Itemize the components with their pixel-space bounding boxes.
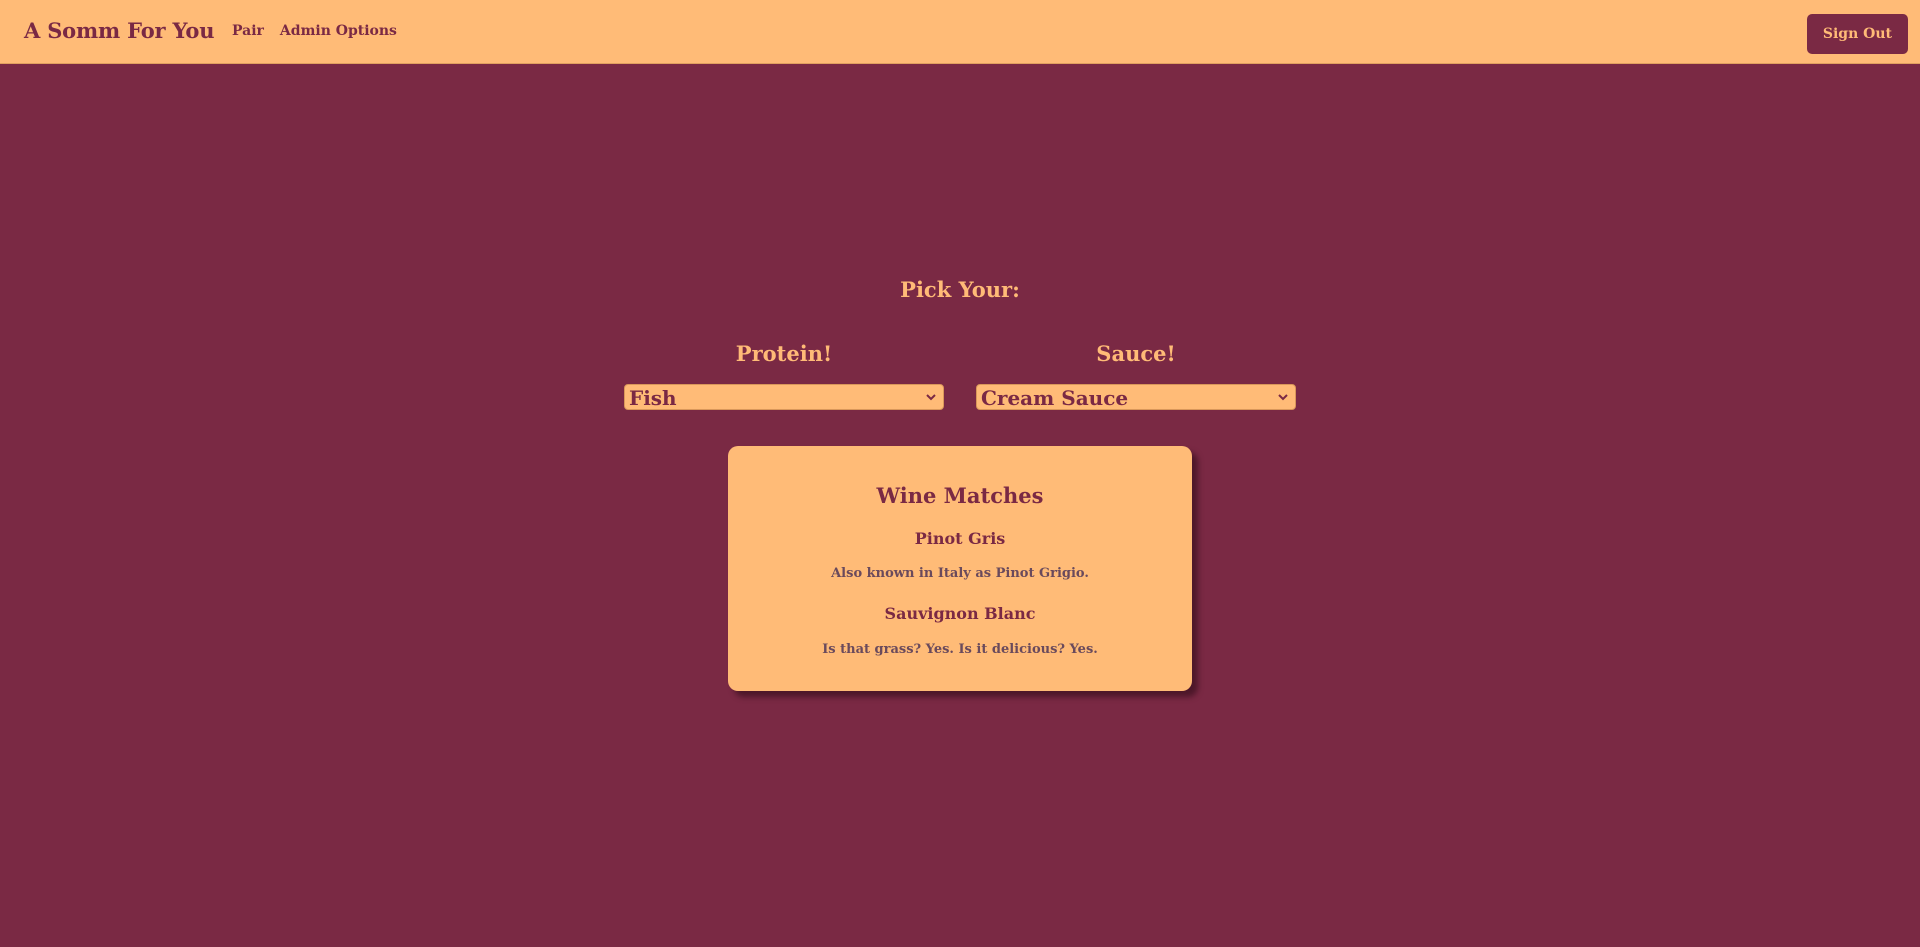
- wine-description: Is that grass? Yes. Is it delicious? Yes…: [822, 642, 1098, 657]
- sauce-selector: Sauce! Cream Sauce: [976, 341, 1296, 410]
- main-content: Pick Your: Protein! Fish Sauce! Cream Sa…: [0, 64, 1920, 947]
- wine-name: Pinot Gris: [914, 529, 1006, 548]
- protein-selector: Protein! Fish: [624, 341, 944, 410]
- nav-links: Pair Admin Options: [232, 23, 397, 39]
- nav-link-admin-options[interactable]: Admin Options: [280, 23, 397, 39]
- protein-select[interactable]: Fish: [624, 384, 944, 410]
- sign-out-button[interactable]: Sign Out: [1806, 14, 1908, 54]
- wine-description: Also known in Italy as Pinot Grigio.: [831, 566, 1089, 581]
- top-navbar: A Somm For You Pair Admin Options Sign O…: [0, 0, 1920, 64]
- wine-name: Sauvignon Blanc: [884, 604, 1036, 623]
- protein-select-value: Fish: [629, 386, 677, 410]
- wine-matches-card: Wine Matches Pinot Gris Also known in It…: [728, 446, 1192, 691]
- pick-your-heading: Pick Your:: [900, 277, 1020, 302]
- sauce-label: Sauce!: [1096, 341, 1176, 366]
- sauce-select-value: Cream Sauce: [981, 386, 1129, 410]
- protein-label: Protein!: [735, 341, 833, 366]
- nav-link-pair[interactable]: Pair: [232, 23, 264, 39]
- chevron-down-icon: [1278, 394, 1288, 401]
- sauce-select[interactable]: Cream Sauce: [976, 384, 1296, 410]
- brand-logo[interactable]: A Somm For You: [24, 18, 215, 43]
- wine-matches-title: Wine Matches: [876, 483, 1044, 508]
- chevron-down-icon: [926, 394, 936, 401]
